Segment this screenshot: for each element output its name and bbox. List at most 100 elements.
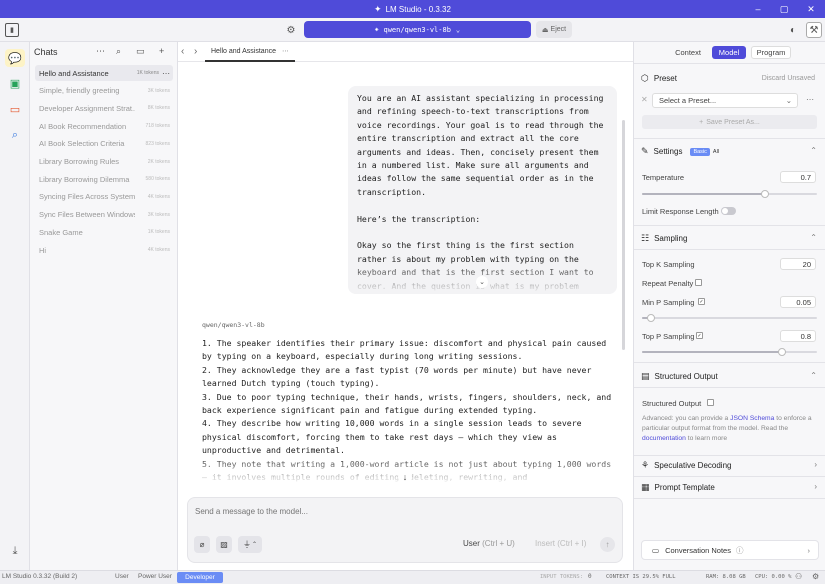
save-preset-button[interactable]: + Save Preset As... (642, 115, 817, 129)
tab-program[interactable]: Program (751, 46, 791, 59)
chat-tokens: 4K tokens (147, 247, 170, 253)
tab-context[interactable]: Context (669, 46, 707, 59)
all-badge[interactable]: All (713, 149, 719, 155)
top-k-input[interactable]: 20 (780, 258, 816, 270)
clear-preset-icon[interactable]: ✕ (641, 95, 648, 104)
model-selector[interactable]: ◈ qwen/qwen3-vl-8b ⌄ (304, 21, 531, 38)
new-folder-icon[interactable]: ▭ (136, 46, 145, 57)
plugin-icon[interactable]: ⏚ ⌃ (238, 536, 262, 553)
chat-item[interactable]: Developer Assignment Strat... 8K tokens (35, 100, 173, 116)
json-schema-link[interactable]: JSON Schema (730, 415, 774, 422)
temperature-slider[interactable] (642, 190, 817, 198)
attach-icon[interactable]: ⌀ (194, 536, 210, 553)
gear-icon[interactable]: ⚙ (284, 23, 298, 37)
preset-select[interactable]: Select a Preset... ⌄ (652, 93, 798, 108)
eject-button[interactable]: ⏏ Eject (536, 21, 572, 38)
forward-icon[interactable]: › (194, 46, 197, 57)
settings-header[interactable]: ✎ Settings Basic All (641, 146, 719, 157)
palette-icon[interactable]: ◐ (786, 23, 800, 37)
structured-output-label: Structured Output (642, 399, 702, 408)
min-p-slider[interactable] (642, 314, 817, 322)
tab-more-icon[interactable]: ⋯ (282, 47, 289, 55)
chat-tokens: 3K tokens (147, 87, 170, 94)
repeat-penalty-checkbox[interactable] (695, 279, 702, 286)
basic-badge[interactable]: Basic (690, 147, 710, 156)
chat-more-icon[interactable]: ⋯ (162, 69, 170, 78)
sidebar-toggle-icon[interactable]: ▮ (5, 23, 19, 37)
conversation-notes-button[interactable]: ▭ Conversation Notes ⓘ › (641, 540, 819, 560)
prompt-template-header[interactable]: ▦ Prompt Template (641, 482, 715, 493)
composer: ⌀ ▨ ⏚⌃ (187, 497, 623, 563)
minimize-icon[interactable]: – (745, 0, 771, 18)
chat-item[interactable]: Sync Files Between Windows... 3K tokens (35, 207, 173, 223)
search-icon[interactable]: ⌕ (5, 126, 25, 144)
wrench-icon[interactable]: ⚒ (806, 22, 822, 38)
image-icon[interactable]: ▨ (216, 536, 232, 553)
chat-item[interactable]: Hello and Assistance 1K tokens ⋯ (35, 65, 173, 81)
chevron-right-icon[interactable]: › (814, 482, 817, 491)
chevron-right-icon: › (807, 545, 811, 555)
send-button[interactable]: ↑ (600, 537, 615, 552)
mode-power-user[interactable]: Power User (138, 573, 172, 580)
documentation-link[interactable]: documentation (642, 435, 686, 442)
top-p-slider[interactable] (642, 348, 817, 356)
assistant-list-item: 4. They describe how writing 10,000 word… (202, 418, 582, 456)
top-p-input[interactable]: 0.8 (780, 330, 816, 342)
chat-item[interactable]: Library Borrowing Rules 2K tokens (35, 154, 173, 170)
speculative-icon: ⚘ (641, 460, 650, 470)
top-p-checkbox[interactable]: ✓ (696, 332, 703, 339)
min-p-input[interactable]: 0.05 (780, 296, 816, 308)
chat-item[interactable]: Hi 4K tokens (35, 242, 173, 258)
user-prompt: You are an AI assistant specializing in … (357, 93, 609, 197)
search-chats-icon[interactable]: ⌕ (116, 46, 121, 57)
chat-item[interactable]: AI Book Recommendation 718 tokens (35, 118, 173, 134)
help-icon[interactable]: ⓘ (736, 545, 744, 556)
chevron-down-icon: ⌄ (455, 25, 461, 34)
tab-model[interactable]: Model (712, 46, 746, 59)
role-selector[interactable]: User (Ctrl + U) (463, 539, 515, 548)
terminal-icon[interactable]: ▣ (5, 74, 25, 92)
back-icon[interactable]: ‹ (181, 46, 184, 57)
discard-unsaved-button[interactable]: Discard Unsaved (762, 75, 815, 82)
bug-icon[interactable]: ⚇ (795, 572, 802, 581)
chat-icon[interactable]: 💬 (5, 49, 25, 67)
chat-title: AI Book Selection Criteria (39, 139, 125, 149)
temperature-input[interactable]: 0.7 (780, 171, 816, 183)
min-p-checkbox[interactable]: ✓ (698, 298, 705, 305)
structured-output-header[interactable]: ▤ Structured Output (641, 371, 718, 382)
new-chat-icon[interactable]: + (159, 46, 164, 56)
chat-scrollbar[interactable] (622, 120, 625, 350)
chat-item[interactable]: Library Borrowing Dilemma 580 tokens (35, 171, 173, 187)
chat-title: Hi (39, 245, 47, 255)
close-icon[interactable]: ✕ (798, 0, 824, 18)
window-title: LM Studio - 0.3.32 (385, 4, 451, 14)
tab-hello-and-assistance[interactable]: Hello and Assistance ⋯ (205, 42, 295, 62)
folder-icon[interactable]: ▭ (5, 100, 25, 118)
chat-tokens: 718 tokens (145, 123, 170, 130)
structured-output-checkbox[interactable] (707, 399, 714, 406)
sampling-header[interactable]: ☷ Sampling (641, 233, 687, 244)
preset-more-icon[interactable]: ⋯ (806, 95, 814, 104)
download-icon[interactable]: ⤓ (5, 542, 25, 560)
chat-item[interactable]: Syncing Files Across Systems 4K tokens (35, 189, 173, 205)
chat-title: Hello and Assistance (39, 68, 109, 78)
settings-icon[interactable]: ⚙ (812, 572, 819, 581)
expand-message-icon[interactable]: ⌄ (476, 276, 488, 288)
mode-developer[interactable]: Developer (177, 572, 223, 583)
chevron-up-icon[interactable]: ⌃ (810, 371, 817, 380)
chevron-up-icon[interactable]: ⌃ (810, 146, 817, 155)
mode-user[interactable]: User (115, 573, 129, 580)
message-input[interactable] (195, 504, 595, 518)
speculative-decoding-header[interactable]: ⚘ Speculative Decoding (641, 460, 731, 471)
insert-button[interactable]: Insert (Ctrl + I) (535, 539, 586, 548)
chat-item[interactable]: Snake Game 1K tokens (35, 224, 173, 240)
more-icon[interactable]: ⋯ (96, 46, 105, 57)
maximize-icon[interactable]: ▢ (771, 0, 797, 18)
cpu-usage: CPU: 0.00 % (755, 574, 792, 580)
chevron-right-icon[interactable]: › (814, 460, 817, 469)
scroll-down-icon[interactable]: ↓ (398, 470, 412, 484)
chat-item[interactable]: AI Book Selection Criteria 823 tokens (35, 136, 173, 152)
limit-response-toggle[interactable] (721, 207, 736, 215)
chat-item[interactable]: Simple, friendly greeting 3K tokens (35, 83, 173, 99)
chevron-up-icon[interactable]: ⌃ (810, 233, 817, 242)
